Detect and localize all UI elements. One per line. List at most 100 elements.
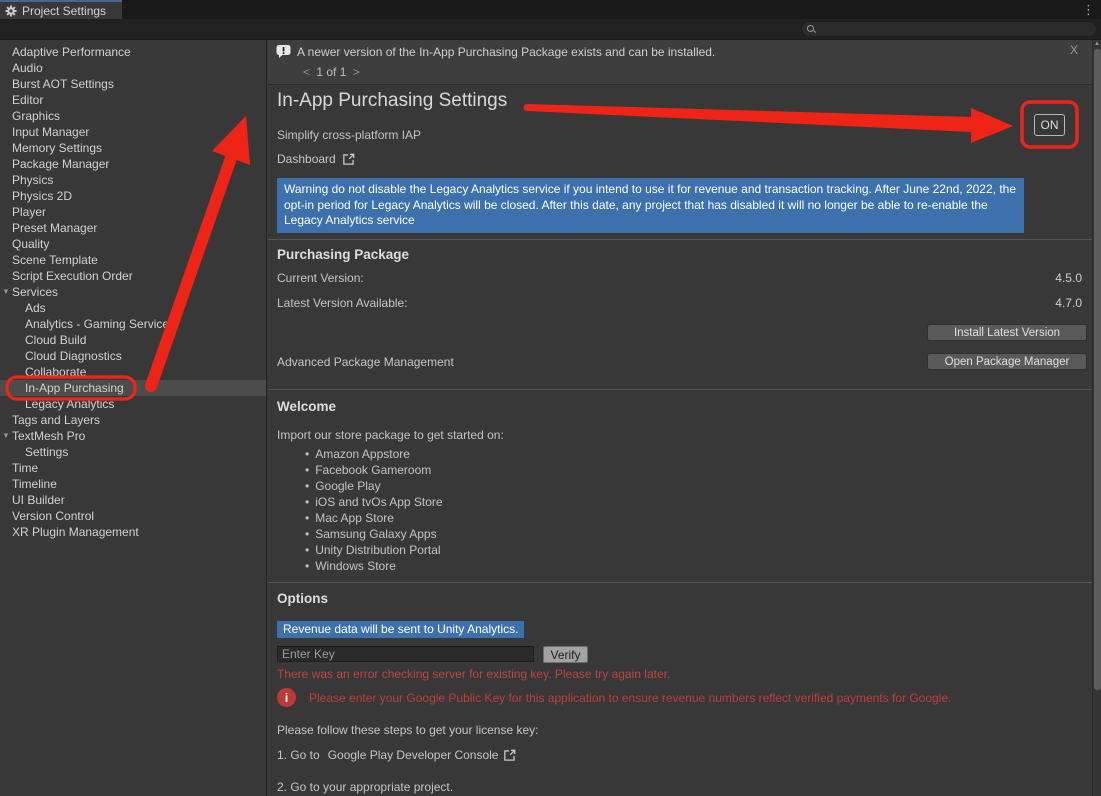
sidebar-item-player[interactable]: Player (0, 204, 266, 220)
sidebar-item-tags-and-layers[interactable]: Tags and Layers (0, 412, 266, 428)
sidebar-item-graphics[interactable]: Graphics (0, 108, 266, 124)
sidebar-item-ads[interactable]: Ads (0, 300, 266, 316)
sidebar-item-in-app-purchasing[interactable]: In-App Purchasing (0, 380, 266, 396)
tab-bar: Project Settings ⋮ (0, 0, 1101, 19)
google-play-console-link[interactable]: Google Play Developer Console (328, 748, 499, 762)
sidebar-item-tmp-settings[interactable]: Settings (0, 444, 266, 460)
search-input[interactable] (816, 22, 1096, 36)
sidebar-item-cloud-diagnostics[interactable]: Cloud Diagnostics (0, 348, 266, 364)
purchasing-package-title: Purchasing Package (277, 247, 409, 262)
sidebar-item-timeline[interactable]: Timeline (0, 476, 266, 492)
sidebar-item-adaptive-performance[interactable]: Adaptive Performance (0, 44, 266, 60)
page-indicator: 1 of 1 (316, 65, 346, 79)
page-title: In-App Purchasing Settings (277, 90, 507, 112)
console-warning-icon (276, 44, 291, 59)
bullet-icon: • (305, 495, 309, 509)
sidebar-item-collaborate[interactable]: Collaborate (0, 364, 266, 380)
sidebar-item-legacy-analytics[interactable]: Legacy Analytics (0, 396, 266, 412)
banner-pager: < 1 of 1 > (300, 65, 363, 79)
sidebar-item-preset-manager[interactable]: Preset Manager (0, 220, 266, 236)
sidebar-item-script-execution-order[interactable]: Script Execution Order (0, 268, 266, 284)
verify-button[interactable]: Verify (543, 646, 588, 663)
tab-project-settings[interactable]: Project Settings (0, 0, 122, 19)
options-title: Options (277, 591, 328, 606)
expander-icon[interactable]: ▼ (2, 428, 10, 444)
expander-icon[interactable]: ▼ (2, 284, 10, 300)
list-item: •Unity Distribution Portal (305, 542, 443, 558)
license-key-input[interactable] (277, 646, 534, 662)
scrollbar-thumb[interactable] (1094, 49, 1101, 690)
sidebar-item-physics-2d[interactable]: Physics 2D (0, 188, 266, 204)
bullet-icon: • (305, 543, 309, 557)
current-version-label: Current Version: (277, 271, 364, 285)
sidebar-item-package-manager[interactable]: Package Manager (0, 156, 266, 172)
latest-version-value: 4.7.0 (1055, 296, 1082, 310)
search-icon (807, 25, 816, 34)
sidebar-item-quality[interactable]: Quality (0, 236, 266, 252)
section-divider (268, 389, 1092, 390)
vertical-scrollbar[interactable]: ▲ (1092, 40, 1101, 796)
latest-version-label: Latest Version Available: (277, 296, 408, 310)
sidebar-item-burst-aot[interactable]: Burst AOT Settings (0, 76, 266, 92)
list-item: •Facebook Gameroom (305, 462, 443, 478)
prev-page-chevron[interactable]: < (300, 65, 313, 79)
sidebar-item-input-manager[interactable]: Input Manager (0, 124, 266, 140)
install-latest-version-button[interactable]: Install Latest Version (927, 324, 1087, 341)
current-version-row: Current Version: 4.5.0 (277, 271, 1082, 287)
sidebar-item-services[interactable]: ▼Services (0, 284, 266, 300)
section-divider (268, 239, 1092, 240)
list-item: •Windows Store (305, 558, 443, 574)
main-panel: A newer version of the In-App Purchasing… (268, 40, 1101, 796)
latest-version-row: Latest Version Available: 4.7.0 (277, 296, 1082, 312)
bullet-icon: • (305, 479, 309, 493)
settings-sidebar: Adaptive Performance Audio Burst AOT Set… (0, 40, 267, 796)
sidebar-item-version-control[interactable]: Version Control (0, 508, 266, 524)
section-divider (268, 582, 1092, 583)
sidebar-item-ui-builder[interactable]: UI Builder (0, 492, 266, 508)
analytics-notice-badge: Revenue data will be sent to Unity Analy… (277, 621, 524, 638)
sidebar-item-analytics-gaming-services[interactable]: Analytics - Gaming Services (0, 316, 266, 332)
gear-icon (5, 5, 17, 17)
step-1: 1. Go to Google Play Developer Console (277, 748, 516, 762)
settings-toolbar (0, 19, 1101, 40)
list-item: •Mac App Store (305, 510, 443, 526)
search-box[interactable] (801, 21, 1097, 37)
bullet-icon: • (305, 559, 309, 573)
sidebar-item-xr-plugin-management[interactable]: XR Plugin Management (0, 524, 266, 540)
step-1-prefix: 1. Go to (277, 748, 320, 762)
sidebar-item-memory-settings[interactable]: Memory Settings (0, 140, 266, 156)
bullet-icon: • (305, 527, 309, 541)
legacy-analytics-warning: Warning do not disable the Legacy Analyt… (277, 178, 1024, 233)
bullet-icon: • (305, 463, 309, 477)
tab-title: Project Settings (22, 4, 106, 18)
sidebar-item-scene-template[interactable]: Scene Template (0, 252, 266, 268)
sidebar-item-textmesh-pro[interactable]: ▼TextMesh Pro (0, 428, 266, 444)
welcome-title: Welcome (277, 399, 336, 414)
sidebar-item-cloud-build[interactable]: Cloud Build (0, 332, 266, 348)
service-toggle-on-button[interactable]: ON (1034, 114, 1065, 136)
server-error-text: There was an error checking server for e… (277, 667, 670, 681)
open-package-manager-button[interactable]: Open Package Manager (927, 353, 1087, 370)
store-list: •Amazon Appstore •Facebook Gameroom •Goo… (305, 446, 443, 574)
kebab-menu-icon[interactable]: ⋮ (1082, 1, 1095, 18)
bullet-icon: • (305, 447, 309, 461)
close-icon[interactable]: X (1070, 43, 1078, 57)
update-banner: A newer version of the In-App Purchasing… (268, 40, 1092, 85)
list-item: •Google Play (305, 478, 443, 494)
project-settings-window: Project Settings ⋮ Adaptive Performance … (0, 0, 1101, 796)
next-page-chevron[interactable]: > (350, 65, 363, 79)
list-item: •Samsung Galaxy Apps (305, 526, 443, 542)
banner-message: A newer version of the In-App Purchasing… (297, 45, 715, 59)
error-info-icon: i (277, 688, 296, 707)
current-version-value: 4.5.0 (1055, 271, 1082, 285)
list-item: •iOS and tvOs App Store (305, 494, 443, 510)
sidebar-item-editor[interactable]: Editor (0, 92, 266, 108)
sidebar-item-time[interactable]: Time (0, 460, 266, 476)
scroll-up-icon[interactable]: ▲ (1093, 41, 1101, 47)
external-link-icon (342, 153, 355, 166)
sidebar-item-physics[interactable]: Physics (0, 172, 266, 188)
google-key-warning: Please enter your Google Public Key for … (309, 691, 1081, 705)
dashboard-link[interactable]: Dashboard (277, 152, 355, 166)
step-2: 2. Go to your appropriate project. (277, 780, 453, 794)
sidebar-item-audio[interactable]: Audio (0, 60, 266, 76)
